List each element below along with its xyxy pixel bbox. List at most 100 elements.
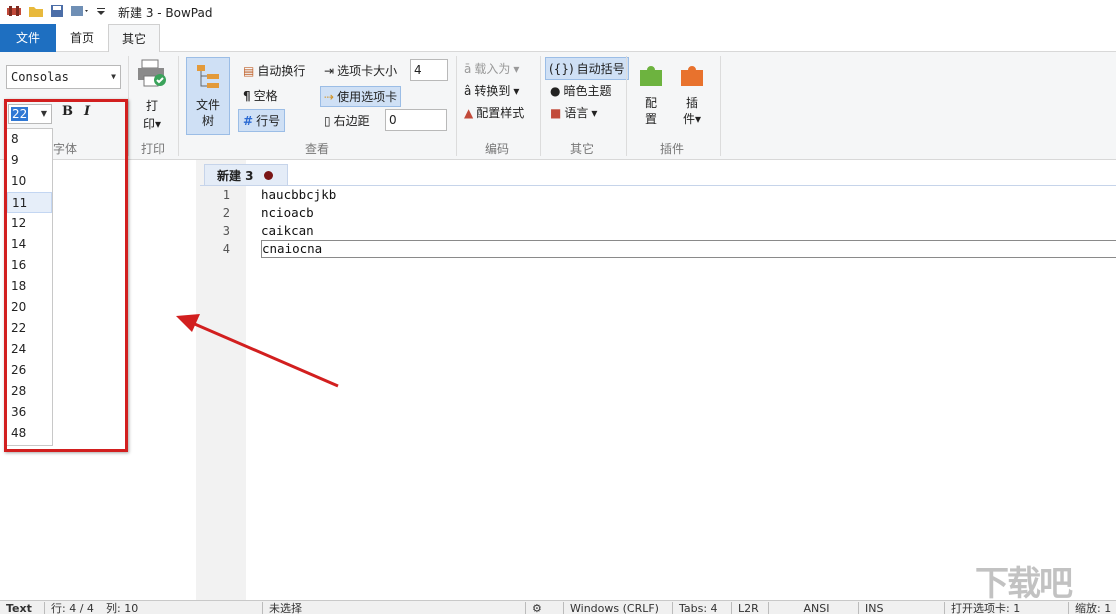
divider	[128, 56, 129, 156]
status-direction[interactable]: L2R	[731, 602, 759, 614]
plugin-config-button[interactable]: 配置	[634, 60, 668, 127]
file-tree-button[interactable]: 文件树	[186, 57, 230, 135]
style-icon: ▲	[464, 105, 474, 120]
plugins-button[interactable]: 插件▾	[674, 60, 710, 127]
convert-to-label: 转换到	[474, 84, 511, 98]
status-mode[interactable]: Text	[0, 602, 32, 614]
ribbon-tabs: 文件 首页 其它	[0, 24, 1116, 53]
customize-toolbar-icon[interactable]	[96, 4, 106, 21]
title-bar: 新建 3 - BowPad	[0, 0, 1116, 24]
divider	[540, 56, 541, 156]
line-numbers-button[interactable]: # 行号	[238, 109, 286, 132]
document-tab[interactable]: 新建 3	[204, 164, 288, 186]
margin-icon: ▯	[324, 113, 331, 128]
language-icon: ■	[550, 105, 562, 120]
dropdown-caret-icon: ▾	[513, 83, 520, 98]
line-number: 3	[222, 224, 230, 238]
plugin-config-label: 配置	[644, 96, 657, 126]
dropdown-caret-icon: ▾	[591, 105, 598, 120]
tab-file[interactable]: 文件	[0, 24, 56, 52]
code-line[interactable]: caikcan	[261, 222, 1116, 240]
dark-theme-icon: ●	[550, 83, 561, 98]
ribbon: Consolas ▼ 22 ▼ B I 字体 打印▾ 打印 文件树 ▤ 自动换行…	[0, 52, 1116, 160]
dark-theme-label: 暗色主题	[563, 84, 612, 98]
code-line[interactable]: ncioacb	[261, 204, 1116, 222]
status-encoding[interactable]: ANSI	[768, 602, 858, 614]
load-icon: ā	[464, 61, 472, 76]
line-numbers-label: 行号	[256, 114, 281, 128]
divider	[456, 56, 457, 156]
line-number-gutter: 1 2 3 4	[196, 186, 246, 258]
whitespace-label: 空格	[253, 89, 278, 103]
plugins-label: 插件▾	[682, 96, 702, 126]
group-label-other: 其它	[569, 142, 594, 156]
divider	[178, 56, 179, 156]
tab-home[interactable]: 首页	[60, 24, 104, 52]
use-tabs-button[interactable]: ⇢ 使用选项卡	[320, 86, 402, 107]
arrow-right-icon: ⇢	[324, 89, 335, 104]
annotation-highlight-box	[4, 99, 128, 452]
whitespace-button[interactable]: ¶ 空格	[243, 87, 278, 104]
status-column: 列: 10	[106, 602, 139, 614]
config-style-label: 配置样式	[476, 106, 525, 120]
line-number: 4	[222, 242, 230, 256]
right-margin-value: 0	[389, 113, 397, 127]
editor-area: 新建 3 1 2 3 4 haucbbcjkb ncioacb caikcan …	[0, 160, 1116, 600]
word-wrap-label: 自动换行	[257, 64, 306, 78]
modified-dot-icon[interactable]	[263, 171, 273, 180]
config-style-button[interactable]: ▲ 配置样式	[464, 104, 524, 121]
language-button[interactable]: ■ 语言 ▾	[550, 104, 597, 121]
dark-theme-button[interactable]: ● 暗色主题	[550, 82, 612, 99]
document-tab-label: 新建 3	[217, 169, 254, 183]
group-label-encoding: 编码	[484, 142, 509, 156]
right-margin-label: ▯ 右边距	[324, 112, 370, 129]
print-button[interactable]: 打印▾	[134, 58, 170, 133]
tab-other[interactable]: 其它	[108, 24, 160, 53]
hash-icon: #	[243, 113, 254, 128]
tab-size-text: 选项卡大小	[337, 64, 398, 78]
divider	[626, 56, 627, 156]
watermark-logo: 下载吧	[975, 564, 1073, 604]
status-selection: 未选择	[262, 602, 302, 614]
pilcrow-icon: ¶	[243, 88, 251, 103]
load-as-button[interactable]: ā 载入为 ▾	[464, 60, 519, 77]
print-label: 打印▾	[142, 99, 162, 131]
right-margin-spinner[interactable]: 0	[385, 109, 447, 131]
tab-size-label: ⇥ 选项卡大小	[324, 62, 397, 79]
save-icon[interactable]	[50, 4, 64, 21]
code-line[interactable]: haucbbcjkb	[261, 186, 1116, 204]
group-label-view: 查看	[304, 142, 329, 156]
status-zoom[interactable]: 缩放: 1	[1068, 602, 1111, 614]
chevron-down-icon: ▼	[111, 72, 116, 81]
status-ins[interactable]: INS	[858, 602, 940, 614]
code-editor[interactable]: haucbbcjkb ncioacb caikcan cnaiocna	[261, 186, 1116, 258]
right-margin-text: 右边距	[333, 114, 370, 128]
status-eol[interactable]: Windows (CRLF)	[563, 602, 659, 614]
status-icon: ⚙	[525, 602, 563, 614]
word-wrap-button[interactable]: ▤ 自动换行	[243, 62, 305, 79]
line-number: 1	[222, 188, 230, 202]
line-number: 2	[222, 206, 230, 220]
tab-size-spinner[interactable]: 4	[410, 59, 448, 81]
status-bar: Text 行: 4 / 4 列: 10 未选择 ⚙ Windows (CRLF)…	[0, 600, 1116, 614]
status-tabs[interactable]: Tabs: 4	[672, 602, 718, 614]
convert-to-button[interactable]: â 转换到 ▾	[464, 82, 519, 99]
tab-size-icon: ⇥	[324, 63, 335, 78]
language-label: 语言	[564, 106, 589, 120]
quick-access-toolbar	[0, 4, 106, 21]
tab-size-value: 4	[414, 63, 422, 77]
status-position: 行: 4 / 4	[44, 602, 94, 614]
window-title: 新建 3 - BowPad	[118, 5, 213, 20]
font-family-select[interactable]: Consolas ▼	[6, 65, 121, 89]
open-folder-icon[interactable]	[28, 4, 44, 21]
auto-brace-button[interactable]: ({}) 自动括号	[545, 57, 629, 80]
convert-icon: â	[464, 83, 472, 98]
dropdown-caret-icon: ▾	[513, 61, 520, 76]
current-code-line[interactable]: cnaiocna	[261, 240, 1116, 258]
puzzle-orange-icon	[681, 66, 703, 86]
divider	[720, 56, 721, 156]
window-layout-icon[interactable]	[70, 4, 90, 21]
file-tree-label: 文件树	[195, 98, 220, 128]
app-icon	[6, 4, 22, 21]
group-label-print: 打印	[140, 142, 165, 156]
